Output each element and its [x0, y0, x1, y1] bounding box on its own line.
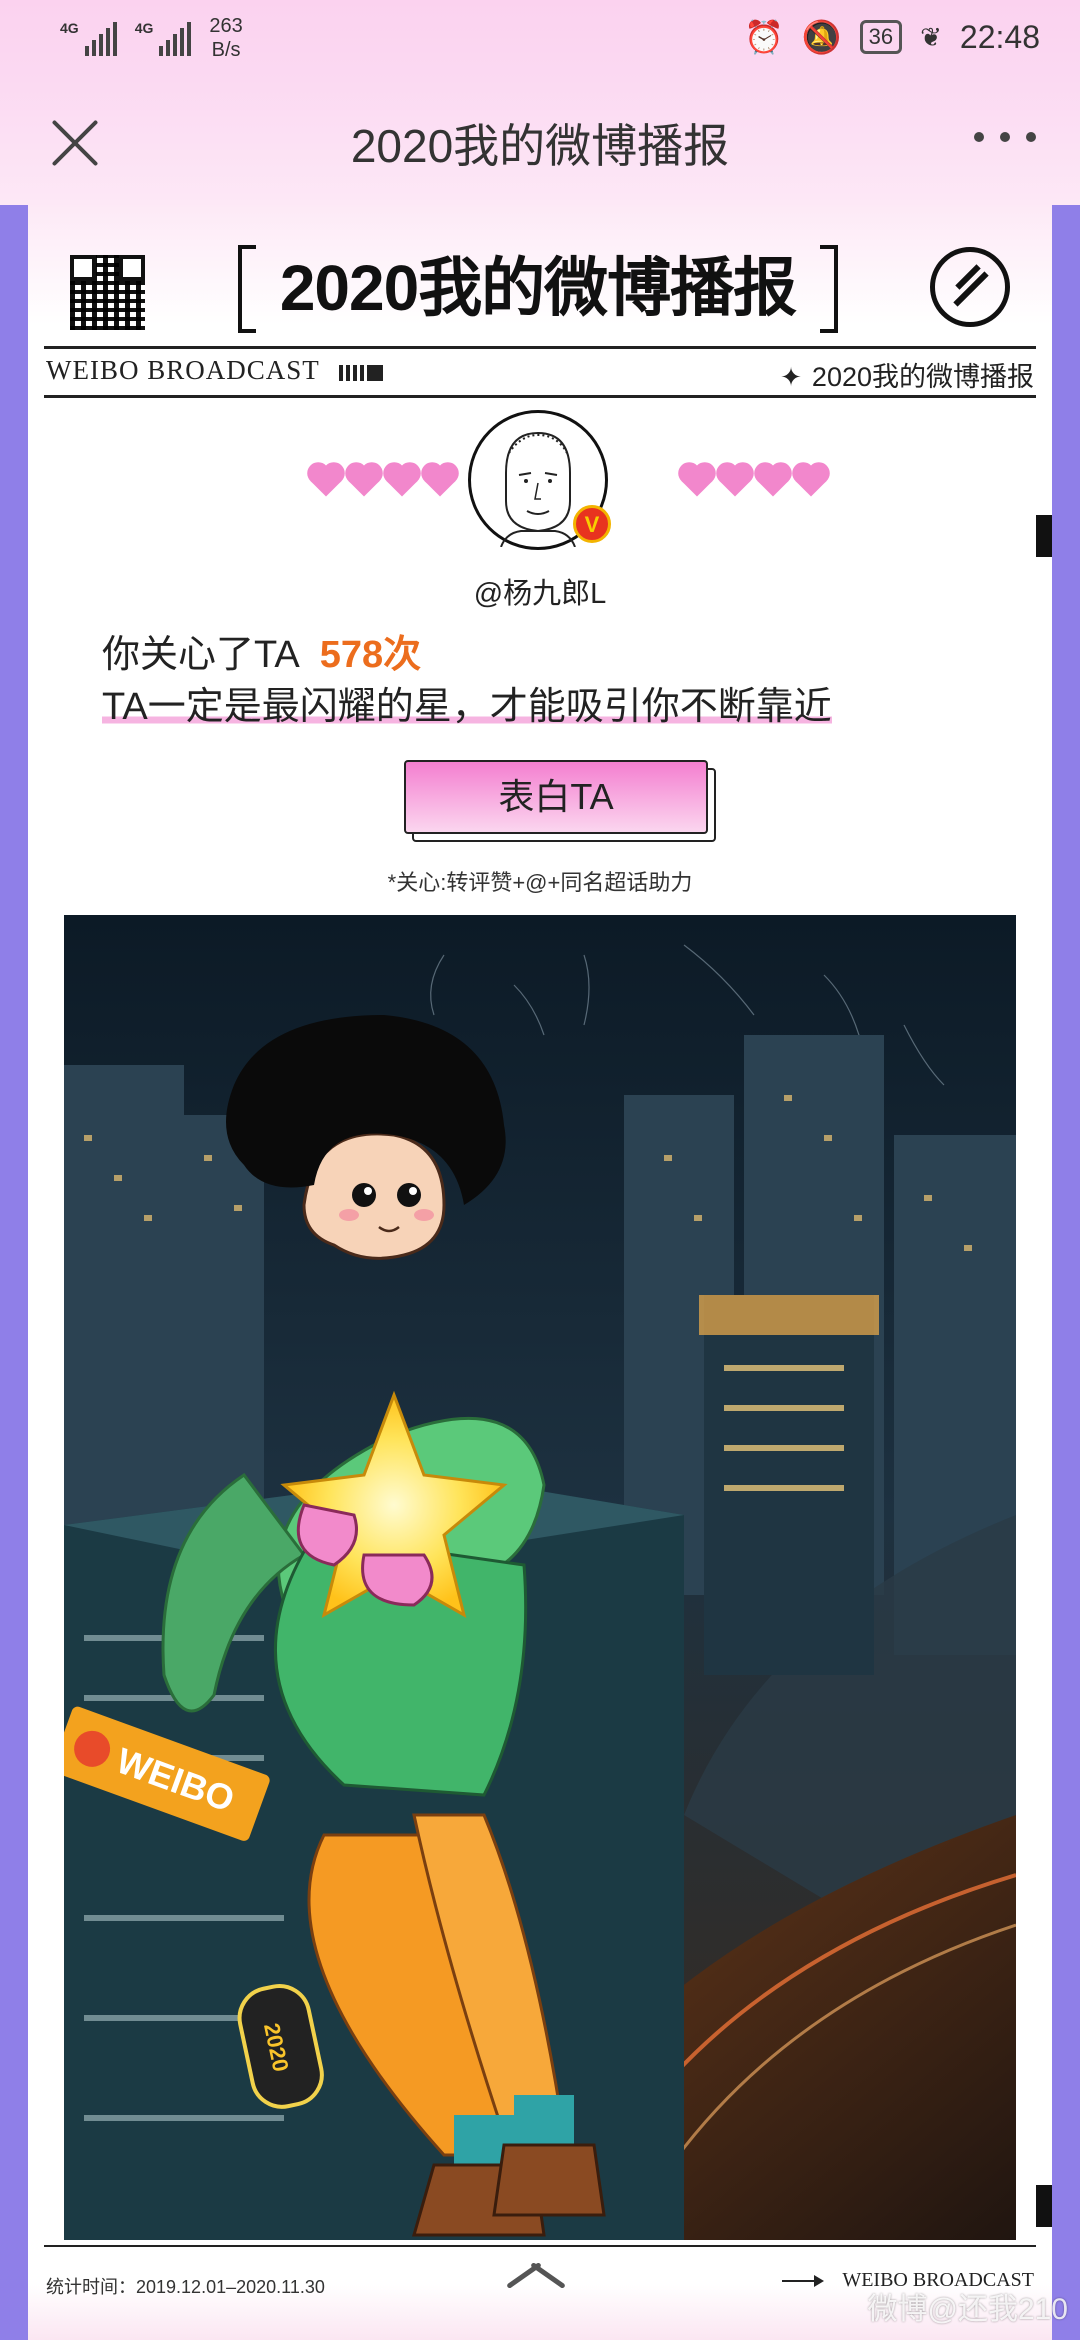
username[interactable]: @杨九郎L	[28, 570, 1052, 612]
stats-period: 统计时间：2019.12.01–2020.11.30	[46, 2277, 325, 2297]
scroll-indicator	[1036, 515, 1052, 557]
heart-icon	[757, 465, 789, 497]
weibo-watermark: 微博@还我210	[867, 2293, 1068, 2326]
arrow-right-icon	[782, 2275, 825, 2288]
subtitle-chinese: ✦ 2020我的微博播报	[780, 362, 1034, 392]
page-title: 2020我的微博播报	[350, 120, 730, 172]
more-icon[interactable]	[974, 132, 1036, 142]
card-title: 2020我的微博播报	[238, 245, 838, 333]
divider	[44, 346, 1036, 349]
heart-icon	[795, 465, 827, 497]
verified-badge-icon: V	[573, 505, 611, 543]
network-type-label: 4G	[60, 20, 79, 36]
divider	[44, 2245, 1036, 2247]
nav-bar: 2020我的微博播报	[0, 80, 1080, 205]
confess-button-wrap: 表白TA	[404, 760, 716, 842]
network-type-label: 4G	[134, 20, 154, 36]
care-footnote: *关心:转评赞+@+同名超话助力	[387, 870, 693, 895]
night-city-illustration: WEIBO 2020	[64, 915, 1016, 2240]
qr-code-icon	[70, 255, 145, 330]
battery-icon: 36	[859, 20, 903, 54]
barcode-icon	[339, 364, 384, 381]
heart-icon	[348, 465, 380, 497]
clock: 22:48	[959, 18, 1040, 55]
heart-icon	[310, 465, 342, 497]
heart-icon	[386, 465, 418, 497]
confess-button[interactable]: 表白TA	[404, 760, 708, 834]
network-speed: 263 B/s	[209, 15, 243, 61]
care-summary: 你关心了TA 578次	[102, 634, 422, 676]
hearts-left	[310, 465, 456, 497]
signal-icon: 4G	[135, 20, 192, 56]
alarm-icon: ⏰	[743, 19, 784, 55]
broadcast-card: 2020我的微博播报 WEIBO BROADCAST ✦ 2020我的微博播报 V	[28, 205, 1052, 2340]
signal-icon: 4G	[60, 20, 117, 56]
heart-icon	[424, 465, 456, 497]
mute-icon: 🔕	[801, 19, 842, 55]
divider	[44, 395, 1036, 398]
avatar[interactable]: V	[468, 410, 611, 550]
care-count: 578次	[319, 634, 422, 676]
scroll-indicator	[1036, 2185, 1052, 2227]
heart-icon	[719, 465, 751, 497]
heart-icon	[681, 465, 713, 497]
subtitle-english: WEIBO BROADCAST	[46, 355, 384, 386]
leaf-icon: ❦	[920, 21, 942, 52]
sparkle-icon: ✦	[780, 362, 802, 392]
care-message: TA一定是最闪耀的星，才能吸引你不断靠近	[102, 675, 832, 730]
status-bar: 4G 4G 263 B/s ⏰ 🔕 36 ❦ 22:48	[0, 0, 1080, 80]
weibo-logo-icon	[930, 247, 1010, 327]
chevron-up-icon[interactable]	[506, 2255, 566, 2295]
hearts-right	[681, 465, 827, 497]
